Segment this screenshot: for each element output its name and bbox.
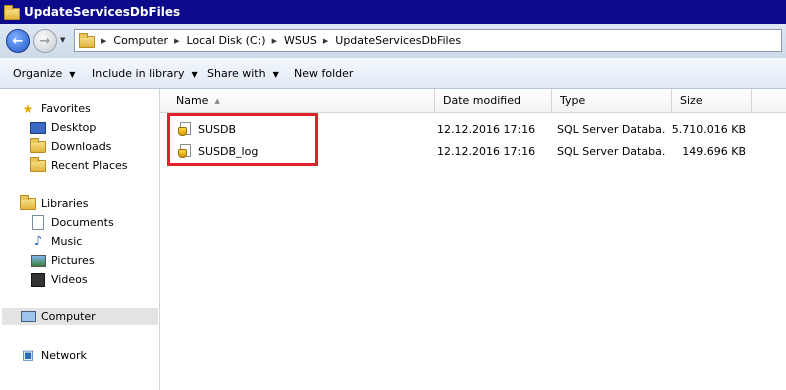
column-headers: Name ▲ Date modified Type Size [160, 89, 786, 113]
column-header-size[interactable]: Size [672, 89, 752, 112]
command-bar: Organize ▼ Include in library ▼ Share with… [0, 58, 786, 89]
sidebar-item-label: Network [41, 349, 87, 362]
chevron-down-icon: ▼ [272, 70, 279, 79]
folder-icon [4, 4, 20, 20]
desktop-icon [30, 121, 46, 135]
sidebar-item-pictures[interactable]: Pictures [30, 252, 95, 269]
documents-icon [30, 215, 46, 230]
chevron-right-icon[interactable]: ▶ [272, 37, 277, 45]
sidebar-item-computer[interactable]: Computer [2, 308, 158, 325]
sidebar-item-videos[interactable]: Videos [30, 271, 88, 288]
window-title: UpdateServicesDbFiles [24, 5, 181, 19]
breadcrumb-local-disk[interactable]: Local Disk (C:) [186, 34, 265, 47]
navigation-bar: ← → ▼ ▶ Computer ▶ Local Disk (C:) ▶ WSU… [0, 24, 786, 58]
sidebar-item-label: Libraries [41, 197, 89, 210]
title-bar: UpdateServicesDbFiles [0, 0, 786, 24]
file-type: SQL Server Databa... [557, 123, 665, 136]
sidebar-item-label: Videos [51, 273, 88, 286]
column-header-label: Name [176, 94, 209, 107]
database-file-icon [178, 122, 193, 136]
sidebar-item-label: Music [51, 235, 83, 248]
back-button[interactable]: ← [6, 29, 30, 53]
downloads-folder-icon [30, 137, 46, 154]
file-size: 149.696 KB [682, 145, 746, 158]
chevron-right-icon[interactable]: ▶ [101, 37, 106, 45]
videos-icon [30, 272, 46, 287]
folder-icon [79, 33, 95, 48]
sidebar-item-recent-places[interactable]: Recent Places [30, 156, 128, 174]
file-row-susdb[interactable]: SUSDB 12.12.2016 17:16 SQL Server Databa… [160, 120, 786, 140]
chevron-right-icon[interactable]: ▶ [323, 37, 328, 45]
breadcrumb-wsus[interactable]: WSUS [284, 34, 317, 47]
new-folder-button[interactable]: New folder [294, 67, 353, 80]
forward-button[interactable]: → [33, 29, 57, 53]
sidebar-item-desktop[interactable]: Desktop [30, 119, 96, 136]
database-file-icon [178, 144, 193, 158]
sidebar-item-label: Desktop [51, 121, 97, 134]
recent-pages-dropdown[interactable]: ▼ [60, 36, 65, 44]
chevron-down-icon: ▼ [69, 70, 76, 79]
breadcrumb-updateservicesdbfiles[interactable]: UpdateServicesDbFiles [335, 34, 461, 47]
column-header-type[interactable]: Type [552, 89, 672, 112]
chevron-down-icon: ▼ [191, 70, 198, 79]
share-with-button[interactable]: Share with ▼ [207, 67, 279, 80]
file-row-susdb-log[interactable]: SUSDB_log 12.12.2016 17:16 SQL Server Da… [160, 142, 786, 162]
file-name: SUSDB [198, 123, 237, 136]
organize-button[interactable]: Organize ▼ [13, 67, 75, 80]
music-icon: ♪ [33, 234, 43, 249]
sidebar-item-libraries[interactable]: Libraries [20, 194, 89, 212]
libraries-icon [20, 194, 36, 211]
breadcrumb-computer[interactable]: Computer [113, 34, 168, 47]
sidebar-item-label: Favorites [41, 102, 91, 115]
sidebar-item-favorites[interactable]: ★ Favorites [20, 100, 91, 117]
sidebar-item-label: Documents [51, 216, 114, 229]
navigation-pane: ★ Favorites Desktop Downloads Recent Pla… [0, 89, 160, 390]
column-header-name[interactable]: Name ▲ [168, 89, 435, 112]
include-in-library-button[interactable]: Include in library ▼ [92, 67, 198, 80]
file-type: SQL Server Databa... [557, 145, 665, 158]
sort-ascending-icon: ▲ [214, 96, 220, 105]
share-with-label: Share with [207, 67, 266, 80]
file-date-modified: 12.12.2016 17:16 [437, 123, 536, 136]
pictures-icon [30, 254, 46, 268]
column-header-date-modified[interactable]: Date modified [435, 89, 552, 112]
star-icon: ★ [22, 101, 34, 116]
computer-icon [20, 310, 36, 324]
network-icon: ▣ [21, 348, 35, 363]
column-header-label: Size [680, 94, 703, 107]
file-size: 5.710.016 KB [671, 123, 746, 136]
sidebar-item-label: Computer [41, 310, 96, 323]
sidebar-item-music[interactable]: ♪ Music [30, 233, 82, 250]
sidebar-item-label: Pictures [51, 254, 95, 267]
file-date-modified: 12.12.2016 17:16 [437, 145, 536, 158]
organize-label: Organize [13, 67, 63, 80]
address-bar[interactable]: ▶ Computer ▶ Local Disk (C:) ▶ WSUS ▶ Up… [74, 29, 782, 52]
sidebar-item-downloads[interactable]: Downloads [30, 137, 112, 155]
new-folder-label: New folder [294, 67, 354, 80]
sidebar-item-network[interactable]: ▣ Network [20, 347, 87, 364]
include-in-library-label: Include in library [92, 67, 185, 80]
column-header-label: Type [560, 94, 586, 107]
file-name: SUSDB_log [198, 145, 259, 158]
sidebar-item-documents[interactable]: Documents [30, 214, 114, 231]
column-header-label: Date modified [443, 94, 521, 107]
chevron-right-icon[interactable]: ▶ [174, 37, 179, 45]
sidebar-item-label: Downloads [51, 140, 112, 153]
sidebar-item-label: Recent Places [51, 159, 128, 172]
recent-places-icon [30, 156, 46, 173]
